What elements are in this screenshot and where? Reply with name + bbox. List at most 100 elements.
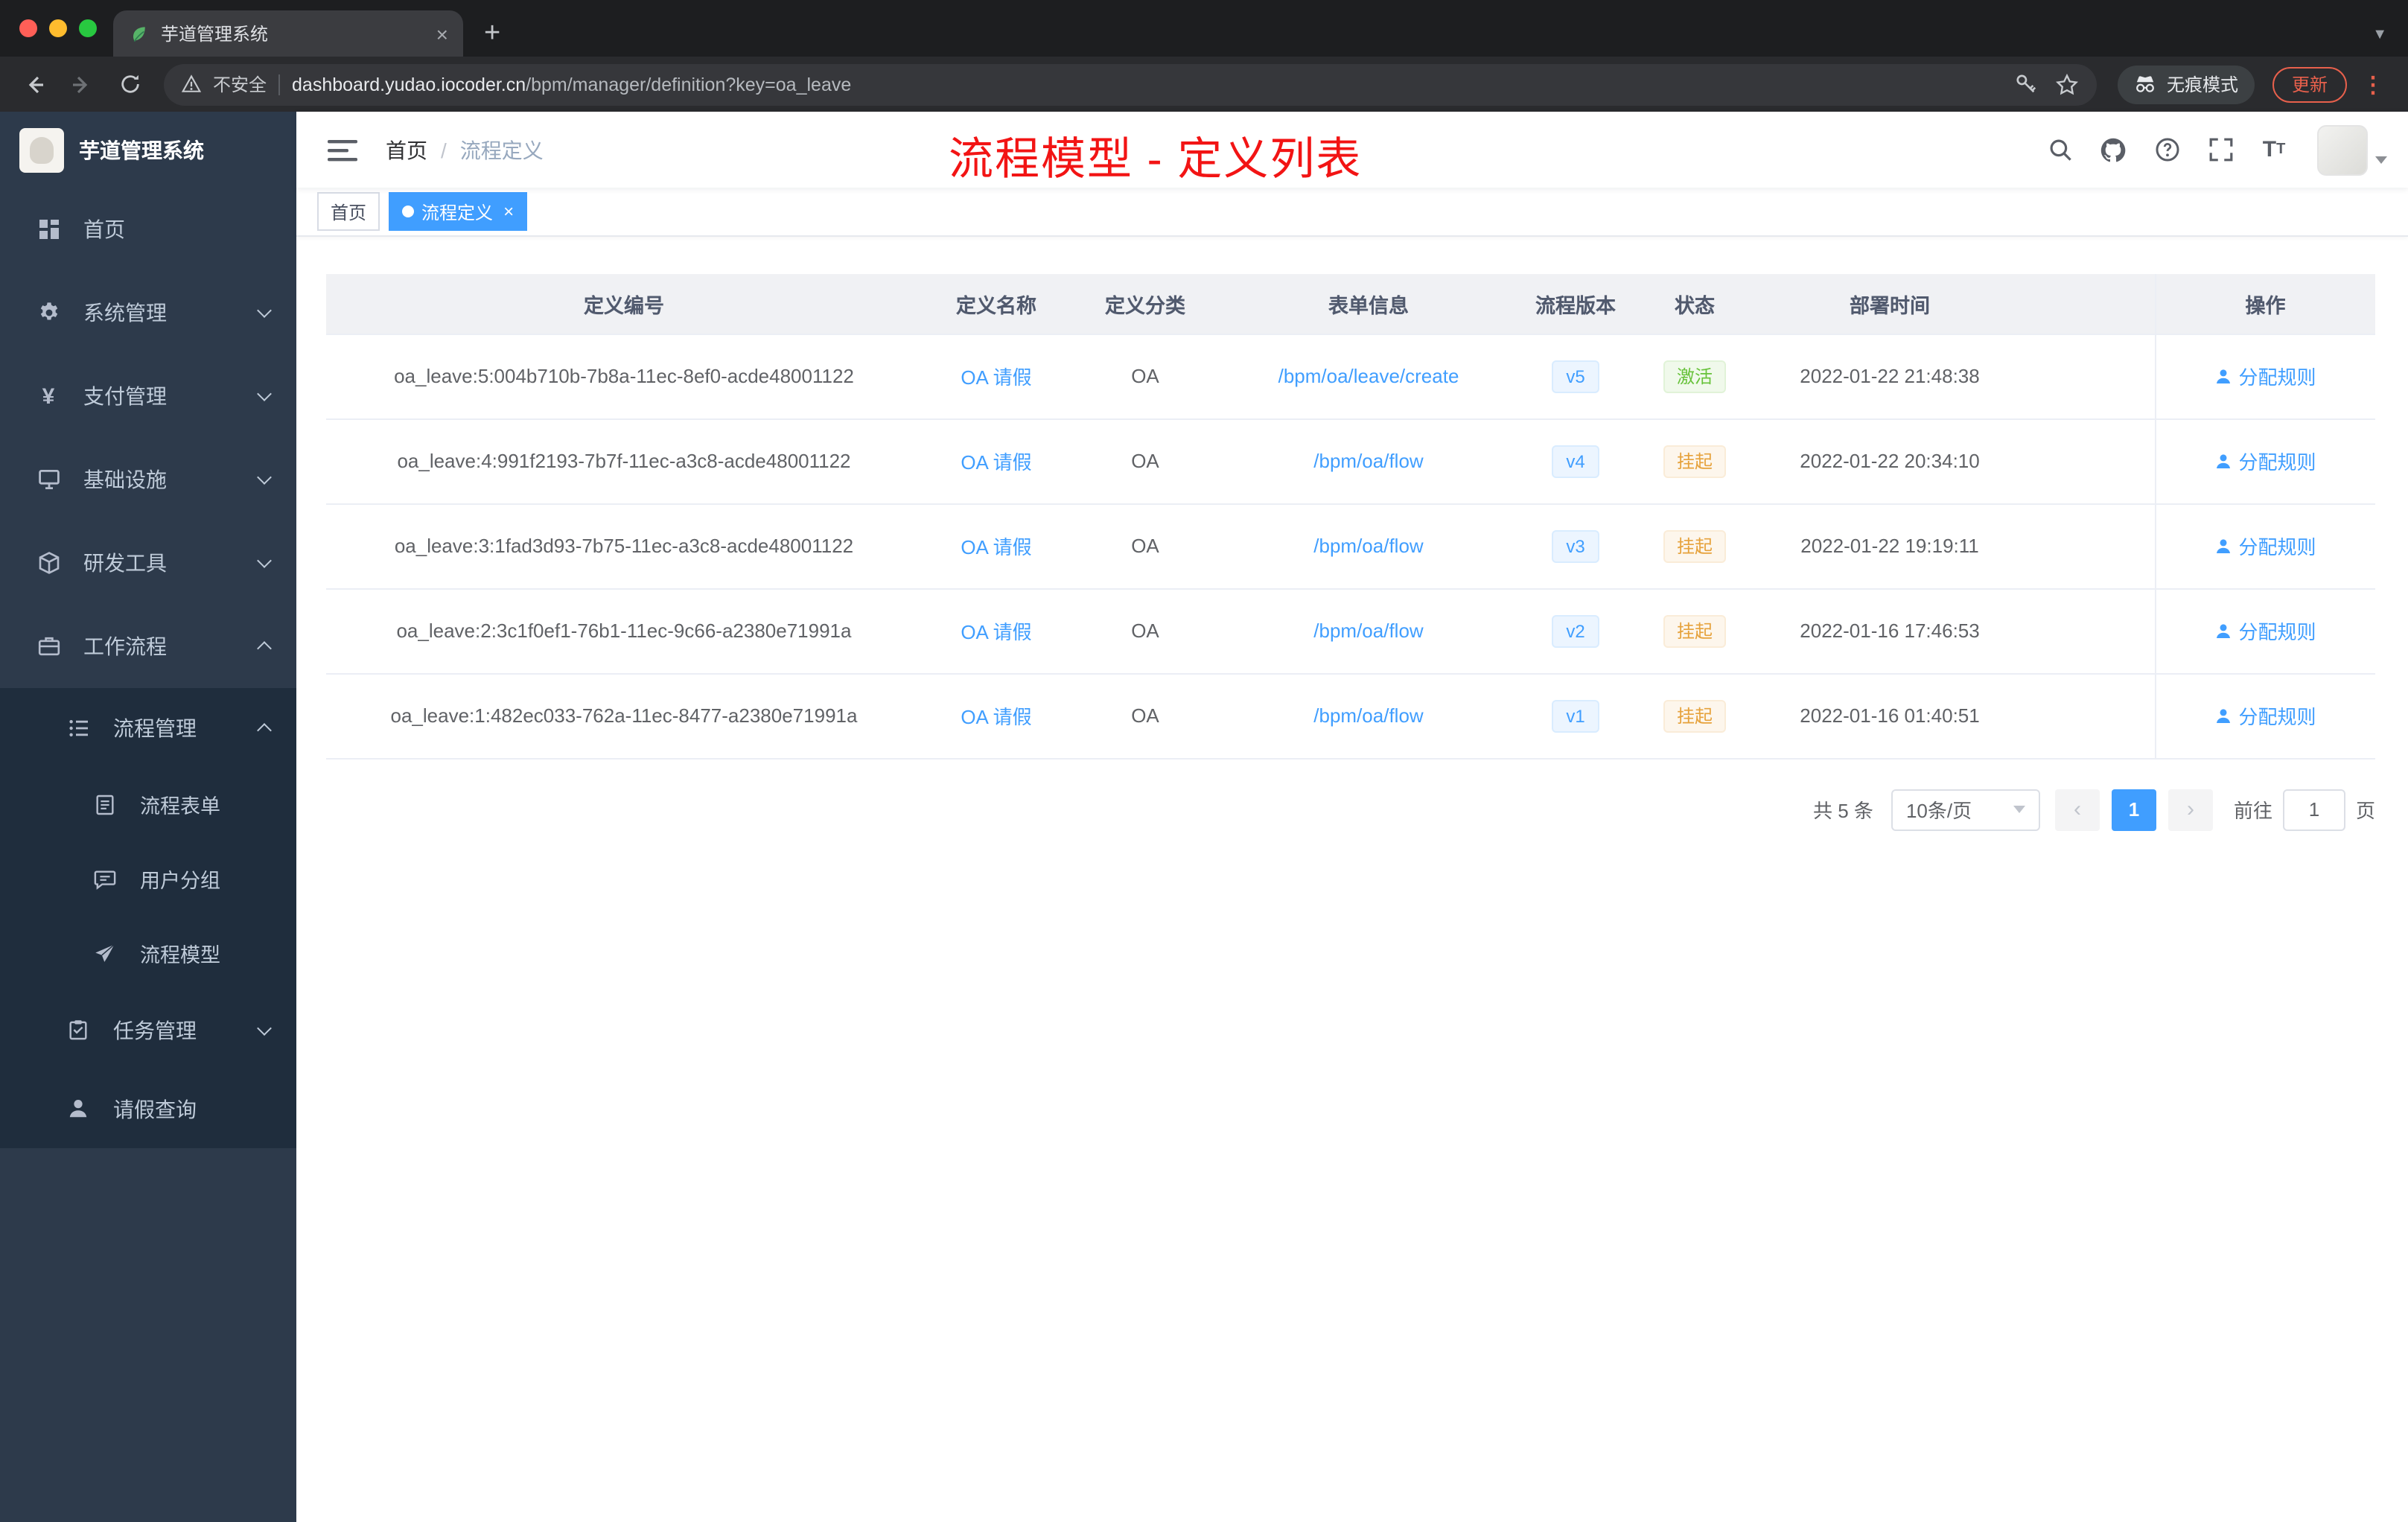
definition-name-link[interactable]: OA 请假 <box>961 451 1031 474</box>
chevron-up-icon <box>258 639 273 654</box>
new-tab-button[interactable]: + <box>484 19 500 48</box>
browser-tab[interactable]: 芋道管理系统 × <box>113 10 463 57</box>
version-badge: v4 <box>1551 445 1600 477</box>
sidebar-item-label: 支付管理 <box>83 384 167 408</box>
form-link[interactable]: /bpm/oa/flow <box>1313 535 1423 557</box>
prev-page-button[interactable]: ‹ <box>2054 789 2100 830</box>
search-icon[interactable] <box>2037 124 2082 175</box>
sidebar-logo[interactable]: 芋道管理系统 <box>0 112 296 188</box>
next-page-button[interactable]: › <box>2167 789 2213 830</box>
form-link[interactable]: /bpm/oa/flow <box>1313 620 1423 642</box>
definition-name-link[interactable]: OA 请假 <box>961 366 1031 389</box>
breadcrumb: 首页 / 流程定义 <box>386 135 544 165</box>
reload-icon[interactable] <box>107 63 152 105</box>
form-link[interactable]: /bpm/oa/leave/create <box>1278 365 1459 387</box>
github-icon[interactable] <box>2091 124 2135 175</box>
sidebar-item-workflow[interactable]: 工作流程 <box>0 605 296 688</box>
back-icon[interactable] <box>12 63 57 105</box>
sidebar-item-label: 基础设施 <box>83 468 167 491</box>
pagination-total: 共 5 条 <box>1813 800 1873 822</box>
sidebar-item-devtools[interactable]: 研发工具 <box>0 521 296 605</box>
sidebar-item-system[interactable]: 系统管理 <box>0 271 296 354</box>
url-text: dashboard.yudao.iocoder.cn/bpm/manager/d… <box>292 74 2003 95</box>
sidebar-item-label: 任务管理 <box>113 1018 197 1042</box>
incognito-label: 无痕模式 <box>2166 74 2238 95</box>
assign-rule-link[interactable]: 分配规则 <box>2214 447 2316 475</box>
hamburger-icon[interactable] <box>317 124 368 175</box>
security-label: 不安全 <box>213 74 267 95</box>
tab-search-chevron-icon[interactable]: ▼ <box>2372 27 2387 43</box>
tag-home[interactable]: 首页 <box>317 192 380 231</box>
user-group-icon <box>92 866 118 891</box>
font-size-icon[interactable]: TT <box>2252 124 2296 175</box>
definition-name-link[interactable]: OA 请假 <box>961 621 1031 643</box>
window-controls <box>19 19 97 37</box>
definition-name-link[interactable]: OA 请假 <box>961 536 1031 558</box>
browser-update-button[interactable]: 更新 <box>2272 66 2347 102</box>
assign-rule-link[interactable]: 分配规则 <box>2214 617 2316 645</box>
assign-rule-link[interactable]: 分配规则 <box>2214 701 2316 730</box>
tags-view-bar: 首页 流程定义 × <box>296 188 2408 237</box>
col-header-time: 部署时间 <box>1756 274 2024 334</box>
page-number-button[interactable]: 1 <box>2111 789 2156 830</box>
status-badge: 挂起 <box>1663 445 1726 477</box>
form-link[interactable]: /bpm/oa/flow <box>1313 450 1423 472</box>
fullscreen-icon[interactable] <box>2198 124 2243 175</box>
tag-process-definition[interactable]: 流程定义 × <box>389 192 528 231</box>
chevron-down-icon <box>2013 806 2025 813</box>
sidebar-item-home[interactable]: 首页 <box>0 188 296 271</box>
person-icon <box>2217 369 2231 383</box>
col-header-filler <box>2024 274 2155 334</box>
goto-page-input[interactable] <box>2282 789 2345 830</box>
sidebar-item-label: 研发工具 <box>83 551 167 575</box>
sidebar-item-process-manage[interactable]: 流程管理 <box>0 688 296 767</box>
omnibox-divider <box>278 74 281 95</box>
task-manage-icon <box>66 1017 91 1042</box>
sidebar-item-label: 流程模型 <box>140 944 220 967</box>
table-row: oa_leave:2:3c1f0ef1-76b1-11ec-9c66-a2380… <box>326 588 2375 674</box>
assign-rule-link[interactable]: 分配规则 <box>2214 362 2316 390</box>
minimize-window-button[interactable] <box>49 19 67 37</box>
zoom-window-button[interactable] <box>79 19 97 37</box>
status-badge: 挂起 <box>1663 699 1726 732</box>
sidebar-item-label: 工作流程 <box>83 634 167 658</box>
definition-name-link[interactable]: OA 请假 <box>961 706 1031 728</box>
browser-menu-kebab-icon[interactable]: ⋮ <box>2350 71 2396 98</box>
password-key-icon[interactable] <box>2015 73 2037 95</box>
sidebar-item-infrastructure[interactable]: 基础设施 <box>0 438 296 521</box>
tag-close-icon[interactable]: × <box>503 203 514 220</box>
goto-label: 前往 <box>2233 800 2272 822</box>
col-header-name: 定义名称 <box>922 274 1071 334</box>
forward-icon[interactable] <box>60 63 104 105</box>
table-header-row: 定义编号 定义名称 定义分类 表单信息 流程版本 状态 部署时间 操作 <box>326 274 2375 334</box>
help-icon[interactable] <box>2144 124 2189 175</box>
yen-icon: ¥ <box>42 383 55 409</box>
user-menu[interactable] <box>2317 124 2387 175</box>
close-window-button[interactable] <box>19 19 37 37</box>
bookmark-star-icon[interactable] <box>2055 72 2079 96</box>
sidebar-item-payment[interactable]: ¥ 支付管理 <box>0 354 296 438</box>
sidebar-item-leave-query[interactable]: 请假查询 <box>0 1069 296 1148</box>
col-header-status: 状态 <box>1634 274 1756 334</box>
breadcrumb-home[interactable]: 首页 <box>386 135 427 165</box>
logo-image <box>19 127 64 172</box>
sidebar-item-user-group[interactable]: 用户分组 <box>0 841 296 916</box>
process-model-icon <box>92 940 118 966</box>
sidebar-item-task-manage[interactable]: 任务管理 <box>0 990 296 1069</box>
page-size-select[interactable]: 10条/页 <box>1891 789 2040 830</box>
assign-rule-link[interactable]: 分配规则 <box>2214 532 2316 560</box>
sidebar-item-process-model[interactable]: 流程模型 <box>0 916 296 990</box>
sidebar-item-label: 首页 <box>83 217 125 241</box>
sidebar-item-process-form[interactable]: 流程表单 <box>0 767 296 841</box>
form-link[interactable]: /bpm/oa/flow <box>1313 704 1423 727</box>
person-icon <box>2217 538 2231 553</box>
process-manage-icon <box>66 715 91 740</box>
cell-category: OA <box>1071 673 1220 759</box>
cell-category: OA <box>1071 334 1220 419</box>
cell-filler <box>2024 588 2155 674</box>
address-bar[interactable]: 不安全 dashboard.yudao.iocoder.cn/bpm/manag… <box>164 63 2097 105</box>
cell-definition-id: oa_leave:3:1fad3d93-7b75-11ec-a3c8-acde4… <box>326 503 922 589</box>
font-size-small-t: T <box>2276 141 2286 158</box>
cell-definition-id: oa_leave:2:3c1f0ef1-76b1-11ec-9c66-a2380… <box>326 588 922 674</box>
tab-close-icon[interactable]: × <box>436 23 448 44</box>
